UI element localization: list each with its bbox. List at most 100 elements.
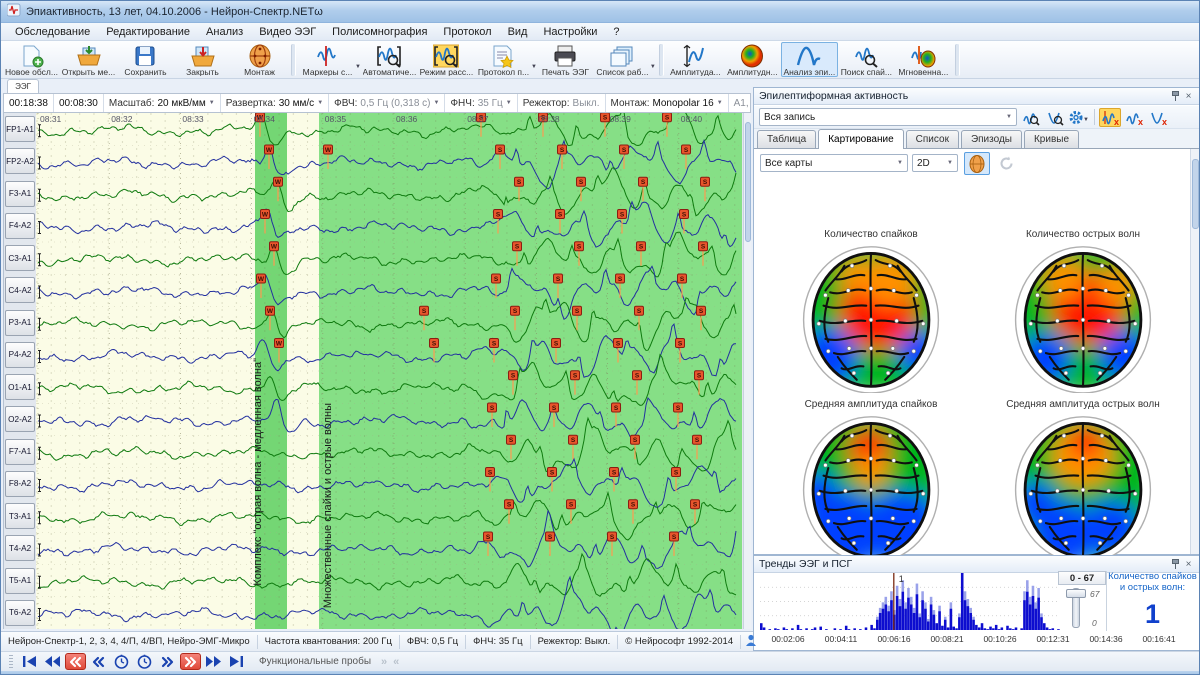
channel-label-c3-a1[interactable]: C3-A1 bbox=[5, 245, 35, 271]
param-фнч[interactable]: ФНЧ:35 Гц▼ bbox=[445, 94, 517, 112]
next-test-icon[interactable]: » bbox=[379, 656, 389, 668]
brain-map-0[interactable] bbox=[796, 243, 946, 398]
toolbar-button-new-exam[interactable]: Новое обсл... bbox=[3, 42, 60, 77]
brain-map-1[interactable] bbox=[1008, 243, 1158, 398]
trends-slider-handle[interactable] bbox=[1066, 589, 1086, 598]
toolbar-button-markers[interactable]: Маркеры с... bbox=[299, 42, 356, 77]
tab-eeg[interactable]: ЭЭГ bbox=[7, 79, 39, 93]
menu-item-8[interactable]: ? bbox=[605, 25, 627, 39]
timer-forward-button[interactable] bbox=[134, 653, 155, 670]
menu-item-1[interactable]: Редактирование bbox=[98, 25, 198, 39]
channel-label-o1-a1[interactable]: O1-A1 bbox=[5, 374, 35, 400]
channel-label-p4-a2[interactable]: P4-A2 bbox=[5, 342, 35, 368]
eeg-scrollbar-thumb[interactable] bbox=[745, 122, 751, 242]
toolbar-button-save[interactable]: Сохранить bbox=[117, 42, 174, 77]
toolbar-button-worklist[interactable]: Список раб... bbox=[594, 42, 651, 77]
toolbar-button-print[interactable]: Печать ЭЭГ bbox=[537, 42, 594, 77]
channel-label-c4-a2[interactable]: C4-A2 bbox=[5, 277, 35, 303]
channel-label-t3-a1[interactable]: T3-A1 bbox=[5, 503, 35, 529]
toolbar-button-montage[interactable]: Монтаж bbox=[231, 42, 288, 77]
fast-back-button[interactable] bbox=[65, 653, 86, 670]
toolbar-button-close-exam[interactable]: Закрыть bbox=[174, 42, 231, 77]
eeg-trace-area[interactable]: FP1-A1 FP2-A2 F3-A1 F4-A2 C3-A1 C4-A2 P3-A1 P4-… bbox=[3, 113, 751, 629]
param-развертка[interactable]: Развертка:30 мм/с▼ bbox=[221, 94, 329, 112]
refresh-icon[interactable] bbox=[994, 152, 1018, 175]
tab-картирование[interactable]: Картирование bbox=[818, 129, 903, 149]
channel-label-t6-a2[interactable]: T6-A2 bbox=[5, 600, 35, 626]
fast-forward-button[interactable] bbox=[180, 653, 201, 670]
channel-label-o2-a2[interactable]: O2-A2 bbox=[5, 406, 35, 432]
toolbar-button-amplitude-map[interactable]: Амплитудн... bbox=[724, 42, 781, 77]
eeg-scrollbar[interactable] bbox=[743, 113, 751, 629]
brain-map-2[interactable] bbox=[796, 413, 946, 568]
toolbar-button-protocol[interactable]: Протокол п... bbox=[475, 42, 532, 77]
record-range-select[interactable]: Вся запись▼ bbox=[759, 108, 1017, 126]
menu-item-7[interactable]: Настройки bbox=[535, 25, 605, 39]
menu-item-4[interactable]: Полисомнография bbox=[324, 25, 435, 39]
pin-icon[interactable] bbox=[1169, 558, 1182, 571]
skip-start-button[interactable] bbox=[19, 653, 40, 670]
tab-кривые[interactable]: Кривые bbox=[1024, 130, 1079, 148]
chevron-down-icon[interactable]: ▼ bbox=[506, 100, 512, 106]
page-forward-button[interactable] bbox=[203, 653, 224, 670]
menu-item-2[interactable]: Анализ bbox=[198, 25, 251, 39]
toolbar-grip[interactable] bbox=[9, 655, 13, 669]
maps-filter-select[interactable]: Все карты▼ bbox=[760, 154, 908, 172]
chevron-down-icon[interactable]: ▼ bbox=[650, 64, 656, 70]
toolbar-button-auto-analysis[interactable]: Автоматиче... bbox=[361, 42, 418, 77]
toolbar-button-spike-search[interactable]: Поиск спай... bbox=[838, 42, 895, 77]
channel-label-fp1-a1[interactable]: FP1-A1 bbox=[5, 116, 35, 142]
head-view-button[interactable] bbox=[964, 152, 990, 175]
tab-список[interactable]: Список bbox=[906, 130, 959, 148]
toolbar-button-review-mode[interactable]: Режим расс... bbox=[418, 42, 475, 77]
mapping-scrollbar[interactable] bbox=[1190, 149, 1199, 554]
menu-item-3[interactable]: Видео ЭЭГ bbox=[251, 25, 324, 39]
back-button[interactable] bbox=[88, 653, 109, 670]
chevron-down-icon[interactable]: ▼ bbox=[717, 100, 723, 106]
sharp-search-icon[interactable] bbox=[1044, 108, 1066, 127]
page-back-button[interactable] bbox=[42, 653, 63, 670]
close-icon[interactable]: × bbox=[1182, 90, 1195, 103]
param-time-8[interactable]: A1, A2▼ bbox=[729, 94, 751, 112]
menu-item-5[interactable]: Протокол bbox=[435, 25, 499, 39]
wave-search-icon[interactable] bbox=[1020, 108, 1042, 127]
prev-test-icon[interactable]: « bbox=[391, 656, 401, 668]
tab-эпизоды[interactable]: Эпизоды bbox=[961, 130, 1022, 148]
param-фвч[interactable]: ФВЧ:0,5 Гц (0,318 с)▼ bbox=[329, 94, 445, 112]
chevron-down-icon[interactable]: ▼ bbox=[434, 100, 440, 106]
menu-item-6[interactable]: Вид bbox=[500, 25, 536, 39]
chevron-down-icon[interactable]: ▼ bbox=[317, 100, 323, 106]
timer-back-button[interactable] bbox=[111, 653, 132, 670]
channel-label-t5-a1[interactable]: T5-A1 bbox=[5, 568, 35, 594]
brain-map-3[interactable] bbox=[1008, 413, 1158, 568]
pin-icon[interactable] bbox=[1169, 90, 1182, 103]
toolbar-button-open-exam[interactable]: Открыть ме... bbox=[60, 42, 117, 77]
menu-item-0[interactable]: Обследование bbox=[7, 25, 98, 39]
spike-delete-icon[interactable]: x bbox=[1099, 108, 1121, 127]
close-icon[interactable]: × bbox=[1182, 558, 1195, 571]
settings-gear-icon[interactable]: ▼ bbox=[1068, 108, 1090, 127]
param-монтаж[interactable]: Монтаж:Monopolar 16▼ bbox=[606, 94, 729, 112]
mapping-scrollbar-thumb[interactable] bbox=[1192, 159, 1199, 229]
channel-label-f8-a2[interactable]: F8-A2 bbox=[5, 471, 35, 497]
param-масштаб[interactable]: Масштаб:20 мкВ/мм▼ bbox=[104, 94, 221, 112]
forward-button[interactable] bbox=[157, 653, 178, 670]
channel-label-fp2-a2[interactable]: FP2-A2 bbox=[5, 148, 35, 174]
tab-таблица[interactable]: Таблица bbox=[757, 130, 816, 148]
toolbar-button-instant-map[interactable]: Мгновенна... bbox=[895, 42, 952, 77]
toolbar-button-epi-analysis[interactable]: Анализ эпи... bbox=[781, 42, 838, 77]
sharp-delete-icon[interactable]: x bbox=[1147, 108, 1169, 127]
chevron-down-icon[interactable]: ▼ bbox=[209, 100, 215, 106]
toolbar-button-amplitude[interactable]: Амплитуда... bbox=[667, 42, 724, 77]
trends-histogram[interactable]: 1 bbox=[760, 573, 1060, 630]
dimension-select[interactable]: 2D▼ bbox=[912, 154, 958, 172]
eeg-traces[interactable]: WWWWWWWWWSSSSSSSSSSSSSSSSSSSSSSSSSSSSSSS… bbox=[36, 113, 742, 629]
channel-label-f7-a1[interactable]: F7-A1 bbox=[5, 439, 35, 465]
channel-label-f4-a2[interactable]: F4-A2 bbox=[5, 213, 35, 239]
channel-label-f3-a1[interactable]: F3-A1 bbox=[5, 181, 35, 207]
channel-label-t4-a2[interactable]: T4-A2 bbox=[5, 535, 35, 561]
wave-delete-icon[interactable]: x bbox=[1123, 108, 1145, 127]
close-exam-icon bbox=[190, 44, 216, 67]
skip-end-button[interactable] bbox=[226, 653, 247, 670]
channel-label-p3-a1[interactable]: P3-A1 bbox=[5, 310, 35, 336]
